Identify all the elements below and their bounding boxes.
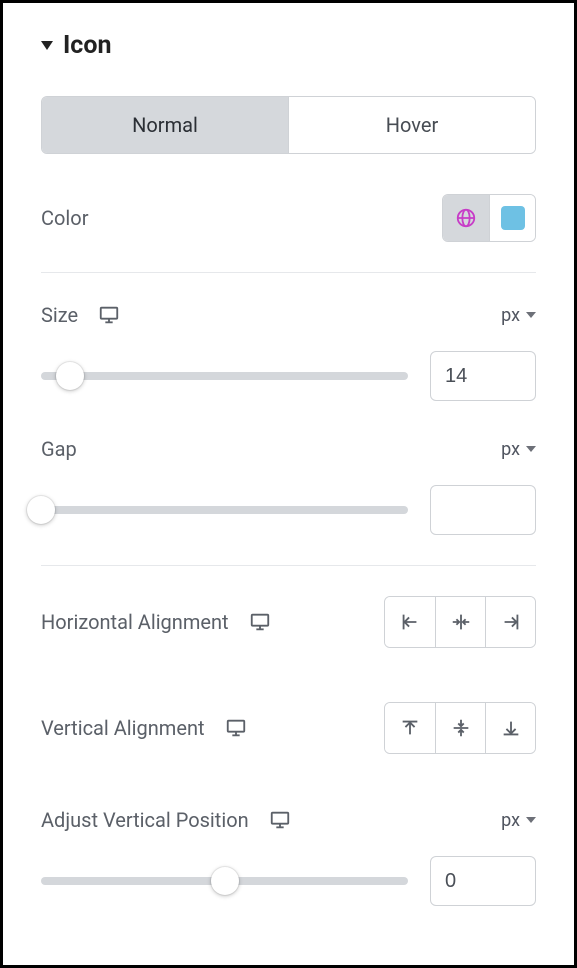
size-row: Size px <box>41 297 536 333</box>
halign-row: Horizontal Alignment <box>41 590 536 654</box>
collapse-triangle-icon <box>41 41 53 50</box>
color-global-button[interactable] <box>443 195 489 241</box>
desktop-icon[interactable] <box>249 611 271 633</box>
align-right-button[interactable] <box>485 597 535 647</box>
valign-label: Vertical Alignment <box>41 716 205 740</box>
gap-slider[interactable] <box>41 495 408 525</box>
vpos-slider-row <box>41 856 536 906</box>
align-center-icon <box>450 611 472 633</box>
align-center-button[interactable] <box>435 597 485 647</box>
align-middle-button[interactable] <box>435 703 485 753</box>
slider-thumb[interactable] <box>27 496 55 524</box>
align-middle-icon <box>450 717 472 739</box>
section-title: Icon <box>63 31 111 60</box>
halign-buttons <box>384 596 536 648</box>
color-picker-button[interactable] <box>489 195 535 241</box>
color-row: Color <box>41 188 536 248</box>
align-left-button[interactable] <box>385 597 435 647</box>
tab-normal[interactable]: Normal <box>42 97 288 153</box>
color-label: Color <box>41 206 88 230</box>
gap-slider-row <box>41 485 536 535</box>
align-bottom-icon <box>500 717 522 739</box>
valign-row: Vertical Alignment <box>41 696 536 760</box>
align-left-icon <box>399 611 421 633</box>
section-header[interactable]: Icon <box>41 31 536 60</box>
desktop-icon[interactable] <box>225 717 247 739</box>
vpos-slider[interactable] <box>41 866 408 896</box>
valign-buttons <box>384 702 536 754</box>
globe-icon <box>455 207 477 229</box>
slider-thumb[interactable] <box>56 362 84 390</box>
align-top-icon <box>399 717 421 739</box>
color-swatch-icon <box>501 206 525 230</box>
size-slider-row <box>41 351 536 401</box>
align-bottom-button[interactable] <box>485 703 535 753</box>
color-choices <box>442 194 536 242</box>
size-unit-select[interactable]: px <box>501 305 536 326</box>
divider <box>41 272 536 273</box>
state-tabs: Normal Hover <box>41 96 536 154</box>
halign-label: Horizontal Alignment <box>41 610 229 634</box>
vpos-input[interactable] <box>430 856 536 906</box>
vpos-label: Adjust Vertical Position <box>41 808 249 832</box>
slider-thumb[interactable] <box>211 867 239 895</box>
chevron-down-icon <box>526 817 536 823</box>
gap-input[interactable] <box>430 485 536 535</box>
size-slider[interactable] <box>41 361 408 391</box>
chevron-down-icon <box>526 446 536 452</box>
size-input[interactable] <box>430 351 536 401</box>
divider <box>41 565 536 566</box>
gap-label: Gap <box>41 437 77 461</box>
gap-unit-select[interactable]: px <box>501 439 536 460</box>
desktop-icon[interactable] <box>269 809 291 831</box>
vpos-row: Adjust Vertical Position px <box>41 802 536 838</box>
icon-style-panel: Icon Normal Hover Color Size <box>0 0 577 968</box>
gap-row: Gap px <box>41 431 536 467</box>
tab-hover[interactable]: Hover <box>288 97 535 153</box>
align-top-button[interactable] <box>385 703 435 753</box>
chevron-down-icon <box>526 312 536 318</box>
size-label: Size <box>41 303 78 327</box>
vpos-unit-select[interactable]: px <box>501 810 536 831</box>
desktop-icon[interactable] <box>98 304 120 326</box>
align-right-icon <box>500 611 522 633</box>
